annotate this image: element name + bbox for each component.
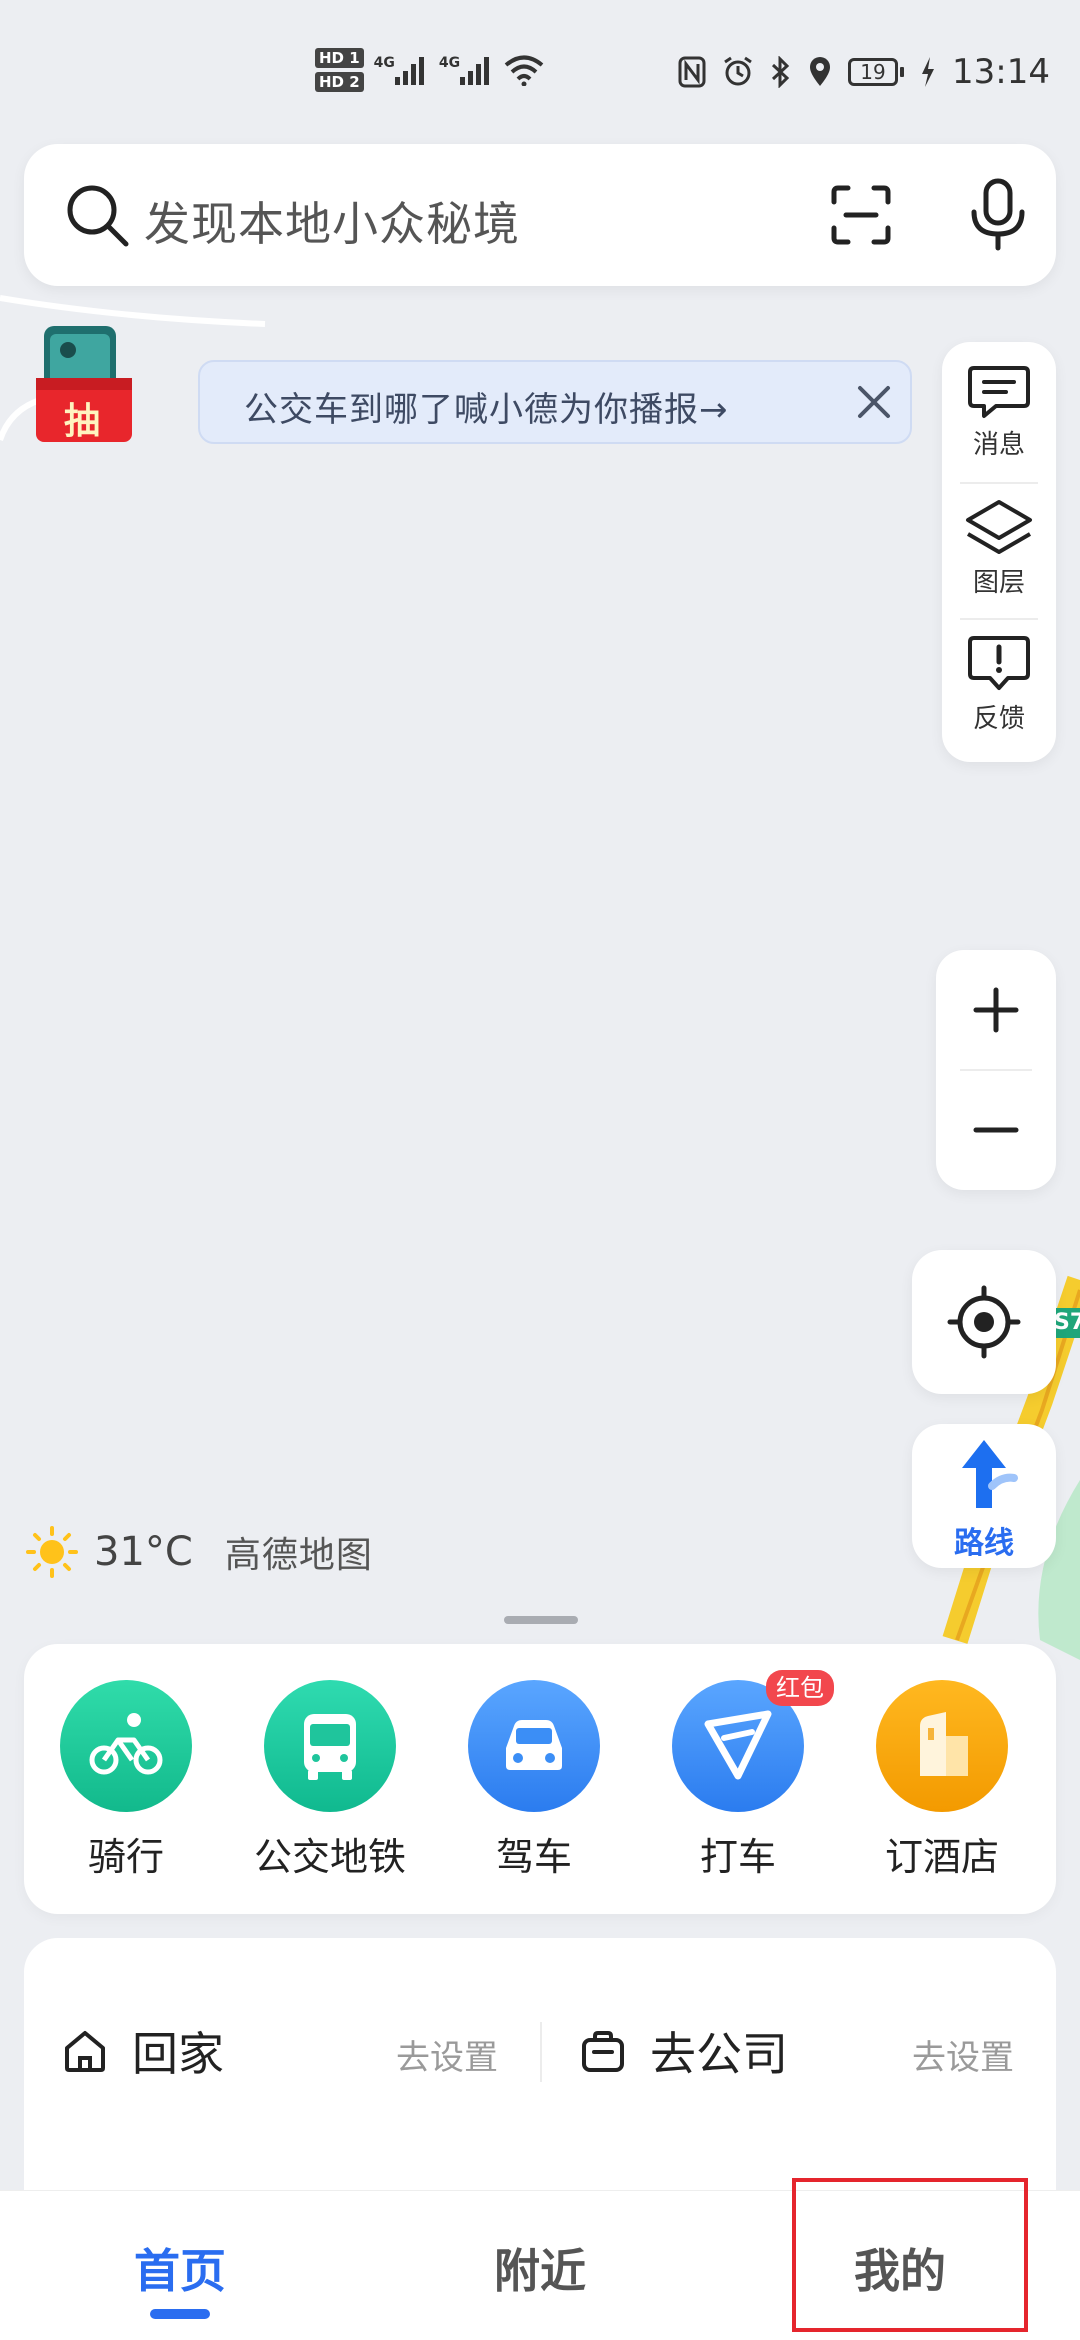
tool-label-message: 消息: [972, 430, 1025, 460]
feedback-icon: [968, 636, 1030, 690]
hotel-circle: [876, 1680, 1008, 1812]
tool-layers[interactable]: 图层: [942, 498, 1056, 599]
plus-icon: [973, 987, 1019, 1033]
sun-icon: [26, 1526, 78, 1578]
net1-label: 4G: [373, 55, 395, 71]
red-packet-badge: 红包: [766, 1670, 834, 1706]
zoom-panel: [936, 950, 1056, 1190]
tool-label-layers: 图层: [972, 568, 1025, 598]
company-shortcut[interactable]: 去公司: [580, 2018, 788, 2084]
quick-action-transit[interactable]: 公交地铁: [228, 1680, 432, 1881]
sim2-badge: HD 2: [315, 72, 364, 92]
signal1-icon: 4G: [374, 55, 429, 85]
notice-banner[interactable]: 公交车到哪了喊小德为你播报→: [198, 360, 912, 444]
drive-circle: [468, 1680, 600, 1812]
layers-icon: [966, 500, 1032, 554]
crosshair-icon: [947, 1285, 1021, 1359]
drawer-handle[interactable]: [504, 1616, 578, 1624]
nfc-icon: [678, 56, 706, 88]
battery-level: 19: [848, 58, 899, 86]
tool-feedback[interactable]: 反馈: [942, 634, 1056, 735]
bicycle-icon: [89, 1713, 163, 1775]
quick-action-label: 公交地铁: [253, 1835, 406, 1879]
status-time: 13:14: [952, 52, 1050, 92]
charging-icon: [922, 57, 935, 87]
quick-action-label: 订酒店: [884, 1835, 999, 1879]
tab-nearby[interactable]: 附近: [440, 2235, 640, 2301]
route-arrow-icon: [962, 1440, 1018, 1508]
transit-circle: [264, 1680, 396, 1812]
company-set-link[interactable]: 去设置: [912, 2030, 1014, 2079]
home-icon: [65, 2031, 105, 2072]
quick-action-label: 驾车: [495, 1835, 572, 1879]
tab-home[interactable]: 首页: [80, 2235, 280, 2301]
sim-indicators: HD 1 HD 2: [315, 48, 364, 92]
weather-temperature: 31°C: [94, 1529, 193, 1575]
quick-action-label: 骑行: [87, 1835, 164, 1879]
bluetooth-icon: [771, 56, 790, 88]
notice-text[interactable]: 公交车到哪了喊小德为你播报→: [244, 382, 729, 431]
minus-icon: [973, 1127, 1019, 1133]
bus-icon: [304, 1714, 356, 1780]
weather-widget[interactable]: 31°C 高德地图: [24, 1524, 373, 1580]
zoom-in-button[interactable]: [936, 950, 1056, 1070]
search-input[interactable]: 发现本地小众秘境: [144, 188, 520, 254]
home-set-link[interactable]: 去设置: [396, 2030, 498, 2079]
map-tools-panel: 消息 图层 反馈: [942, 342, 1056, 762]
locate-button[interactable]: [912, 1250, 1056, 1394]
lottery-label: 抽: [64, 401, 101, 442]
tool-label-feedback: 反馈: [972, 704, 1025, 734]
map-brand-label: 高德地图: [224, 1535, 373, 1576]
home-label: 回家: [132, 2027, 224, 2081]
microphone-icon[interactable]: [968, 178, 1028, 252]
home-shortcut[interactable]: 回家: [62, 2018, 224, 2084]
signal2-icon: 4G: [439, 55, 494, 85]
company-label: 去公司: [650, 2027, 788, 2081]
tool-message[interactable]: 消息: [942, 364, 1056, 461]
search-icon: [67, 185, 129, 247]
quick-action-cycling[interactable]: 骑行: [24, 1680, 228, 1881]
status-bar: HD 1 HD 2 4G 4G 19 13:14: [0, 0, 1080, 130]
location-icon: [810, 57, 831, 86]
route-button[interactable]: 路线: [912, 1424, 1056, 1568]
commute-card: 回家 去设置 去公司 去设置: [24, 1938, 1056, 2198]
alarm-icon: [724, 56, 752, 86]
taxi-icon: [704, 1710, 772, 1780]
tab-active-indicator: [150, 2309, 210, 2319]
car-icon: [506, 1720, 562, 1770]
net2-label: 4G: [438, 55, 461, 71]
wifi-icon: [504, 55, 544, 86]
quick-action-label: 打车: [699, 1835, 776, 1879]
search-bar[interactable]: 发现本地小众秘境: [24, 144, 1056, 286]
briefcase-icon: [582, 2031, 624, 2072]
battery-icon: 19: [848, 58, 905, 86]
scan-icon[interactable]: [830, 184, 892, 246]
message-icon: [968, 366, 1030, 418]
quick-actions-card: 骑行 公交地铁 驾车 红包 打车 订酒店: [24, 1644, 1056, 1914]
lottery-promo[interactable]: 抽: [34, 324, 134, 444]
zoom-out-button[interactable]: [936, 1070, 1056, 1190]
status-left: HD 1 HD 2 4G 4G: [315, 48, 544, 92]
status-right: 19 13:14: [678, 52, 1050, 92]
route-label: 路线: [954, 1526, 1014, 1561]
quick-action-taxi[interactable]: 红包 打车: [636, 1670, 840, 1881]
hotel-icon: [920, 1712, 968, 1776]
quick-action-hotel[interactable]: 订酒店: [840, 1680, 1044, 1881]
close-icon[interactable]: [854, 382, 894, 422]
road-badge-label: S7: [1054, 1310, 1080, 1335]
sim1-badge: HD 1: [315, 48, 364, 68]
highlight-box: [792, 2178, 1028, 2332]
cycling-circle: [60, 1680, 192, 1812]
quick-action-drive[interactable]: 驾车: [432, 1680, 636, 1881]
